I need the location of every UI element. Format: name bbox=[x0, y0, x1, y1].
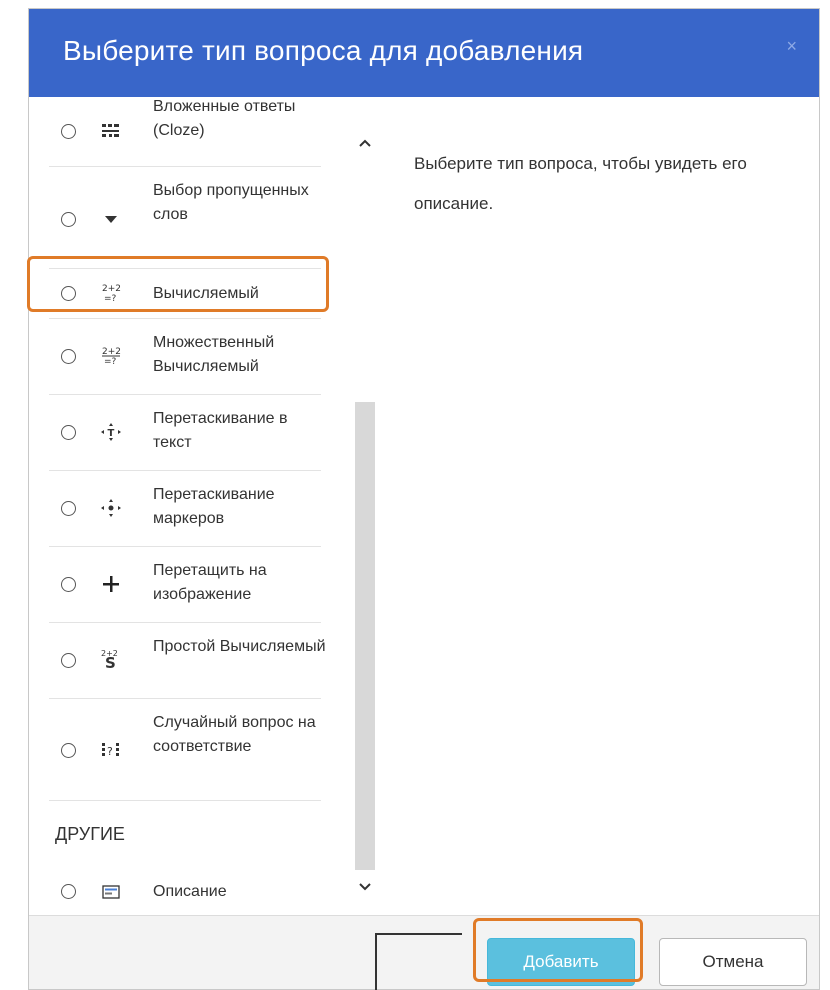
list-item[interactable]: T Перетаскивание в текст bbox=[49, 395, 321, 471]
scroll-down-arrow[interactable] bbox=[355, 877, 375, 897]
list-item[interactable]: Описание bbox=[49, 867, 321, 915]
dialog-footer: Добавить Отмена bbox=[29, 915, 819, 989]
radio-button[interactable] bbox=[61, 743, 76, 758]
svg-text:2+2: 2+2 bbox=[102, 284, 121, 294]
radio-button[interactable] bbox=[61, 124, 76, 139]
callout-line bbox=[375, 933, 377, 990]
question-type-list: Вложенные ответы (Cloze) Выбор пропущенн… bbox=[29, 97, 381, 915]
radio-button[interactable] bbox=[61, 653, 76, 668]
description-text: Выберите тип вопроса, чтобы увидеть его … bbox=[414, 154, 747, 213]
scroll-up-arrow[interactable] bbox=[355, 133, 375, 153]
list-item[interactable]: Перетащить на изображение bbox=[49, 547, 321, 623]
calculated-icon: 2+2 =? bbox=[99, 283, 123, 303]
dialog-title: Выберите тип вопроса для добавления bbox=[63, 35, 584, 66]
drag-markers-icon bbox=[99, 498, 123, 518]
list-item-label: Описание bbox=[153, 883, 227, 900]
svg-text:T: T bbox=[108, 428, 115, 439]
list-item-label: Простой Вычисляемый bbox=[153, 638, 326, 655]
multi-calculated-icon: 2+2 =? bbox=[99, 346, 123, 366]
list-item[interactable]: Выбор пропущенных слов bbox=[49, 167, 321, 269]
radio-button[interactable] bbox=[61, 501, 76, 516]
svg-text:S: S bbox=[105, 654, 116, 670]
section-heading-other: ДРУГИЕ bbox=[55, 824, 125, 844]
cancel-button[interactable]: Отмена bbox=[659, 938, 807, 986]
list-item[interactable]: 2+2 S Простой Вычисляемый bbox=[49, 623, 326, 699]
list-item-label: Перетаскивание в текст bbox=[153, 410, 288, 451]
radio-button[interactable] bbox=[61, 425, 76, 440]
dialog-header: Выберите тип вопроса для добавления × bbox=[29, 9, 819, 97]
list-item[interactable]: 2+2 =? Множественный Вычисляемый bbox=[49, 319, 321, 395]
cloze-icon bbox=[99, 121, 123, 141]
list-item-label: Перетаскивание маркеров bbox=[153, 486, 275, 527]
question-type-dialog: Выберите тип вопроса для добавления × Вл… bbox=[28, 8, 820, 990]
radio-button[interactable] bbox=[61, 286, 76, 301]
svg-text:=?: =? bbox=[104, 357, 117, 366]
radio-button[interactable] bbox=[61, 884, 76, 899]
svg-text:=?: =? bbox=[104, 294, 117, 303]
svg-text:?: ? bbox=[107, 745, 113, 758]
list-item-label: Множественный Вычисляемый bbox=[153, 334, 275, 375]
scrollbar-thumb[interactable] bbox=[355, 402, 375, 870]
callout-line bbox=[375, 933, 462, 935]
close-button[interactable]: × bbox=[786, 37, 797, 55]
simple-calculated-icon: 2+2 S bbox=[99, 649, 123, 670]
random-match-icon: ? bbox=[99, 740, 123, 760]
list-item[interactable]: Перетаскивание маркеров bbox=[49, 471, 321, 547]
list-item[interactable]: Вложенные ответы (Cloze) bbox=[49, 97, 321, 167]
list-item-label: Вычисляемый bbox=[153, 285, 259, 302]
list-item[interactable]: 2+2 =? Вычисляемый bbox=[49, 269, 321, 319]
list-item[interactable]: ? Случайный вопрос на соответствие bbox=[49, 699, 321, 801]
radio-button[interactable] bbox=[61, 349, 76, 364]
list-item-label: Случайный вопрос на соответствие bbox=[153, 714, 316, 755]
radio-button[interactable] bbox=[61, 212, 76, 227]
dropdown-icon bbox=[99, 209, 123, 229]
add-button[interactable]: Добавить bbox=[487, 938, 635, 986]
radio-button[interactable] bbox=[61, 577, 76, 592]
list-item-label: Перетащить на изображение bbox=[153, 562, 267, 603]
drag-image-icon bbox=[99, 574, 123, 594]
list-item-label: Выбор пропущенных слов bbox=[153, 182, 309, 223]
list-item-label: Вложенные ответы (Cloze) bbox=[153, 98, 296, 139]
drag-text-icon: T bbox=[99, 422, 123, 442]
description-icon bbox=[99, 882, 123, 902]
